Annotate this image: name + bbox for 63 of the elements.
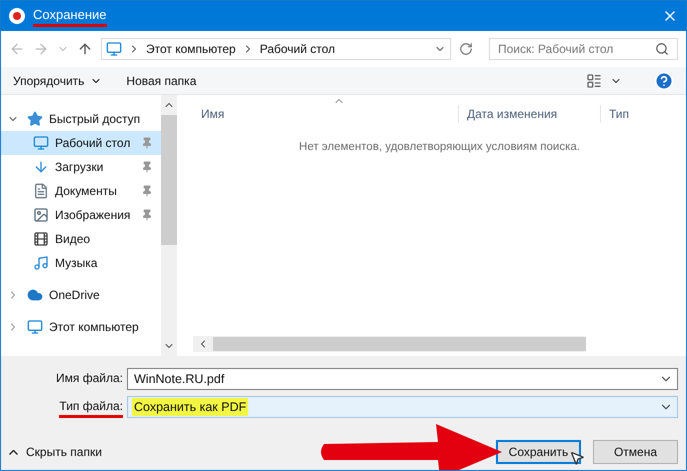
field-value: WinNote.RU.pdf [133,370,226,388]
cursor-icon [569,450,585,466]
horizontal-scrollbar[interactable] [193,336,586,352]
column-header[interactable]: Тип [601,105,686,123]
hide-folders-button[interactable]: Скрыть папки [9,443,102,461]
field-label: Тип файла: [59,396,123,418]
sidebar-label: OneDrive [49,287,101,304]
pin-icon[interactable] [141,137,153,149]
browser-logo-icon [9,8,25,24]
up-icon[interactable] [77,41,93,57]
sidebar-item[interactable]: Музыка [1,251,161,275]
image-icon [33,207,49,223]
sidebar-item[interactable]: Изображения [1,203,161,227]
sidebar-label: Рабочий стол [55,135,132,152]
sidebar-label: Видео [55,231,92,248]
document-icon [33,183,49,199]
sidebar-label: Этот компьютер [49,319,140,336]
caret-icon [9,450,18,454]
new-folder-button[interactable]: Новая папка [126,72,196,90]
field-label: Имя файла: [56,370,123,386]
column-header[interactable]: Имя [193,105,459,123]
empty-message: Нет элементов, удовлетворяющих условиям поиска. [299,140,580,155]
view-icon[interactable] [586,72,602,88]
window-title: Сохранение [33,4,107,28]
sidebar-item[interactable]: Документы [1,179,161,203]
sidebar-item[interactable]: Загрузки [1,155,161,179]
address-bar[interactable]: Этот компьютер Рабочий стол [101,38,451,60]
star-icon [27,111,43,127]
refresh-icon[interactable] [459,42,473,56]
monitor-icon [33,135,49,151]
music-note-icon [33,255,49,271]
monitor-icon [106,41,122,57]
sidebar-label: Быстрый доступ [49,111,142,128]
download-icon [33,159,49,175]
search-icon[interactable] [655,42,669,56]
file-type-dropdown[interactable]: Сохранить как PDF [127,396,678,418]
sidebar-label: Музыка [55,255,98,272]
search-field[interactable]: Поиск: Рабочий стол [489,38,678,60]
sidebar-item[interactable]: Видео [1,227,161,251]
sidebar-label: Изображения [55,207,132,224]
pin-icon[interactable] [141,161,153,173]
sidebar-item[interactable]: Рабочий стол [1,131,161,155]
film-icon [33,231,49,247]
column-header[interactable]: Дата изменения [459,105,601,123]
cancel-button[interactable]: Отмена [593,440,678,464]
computer-icon [27,319,43,335]
save-button[interactable]: Сохранить [496,440,581,464]
search-input: Поиск: Рабочий стол [498,40,655,58]
pin-icon[interactable] [141,209,153,221]
scrollbar[interactable] [161,95,177,356]
sidebar-item[interactable]: OneDrive [1,283,161,307]
breadcrumb[interactable]: Рабочий стол [260,40,336,58]
sidebar-item[interactable]: Быстрый доступ [1,107,161,131]
sidebar-item[interactable]: Этот компьютер [1,315,161,339]
cloud-icon [27,287,43,303]
pin-icon[interactable] [141,185,153,197]
field-value: Сохранить как PDF [132,398,248,416]
organize-button[interactable]: Упорядочить [13,72,102,90]
sidebar-label: Документы [55,183,118,200]
file-name-field[interactable]: WinNote.RU.pdf [127,368,678,390]
breadcrumb[interactable]: Этот компьютер [146,40,236,58]
help-icon[interactable] [654,70,674,90]
sidebar-label: Загрузки [55,159,104,176]
